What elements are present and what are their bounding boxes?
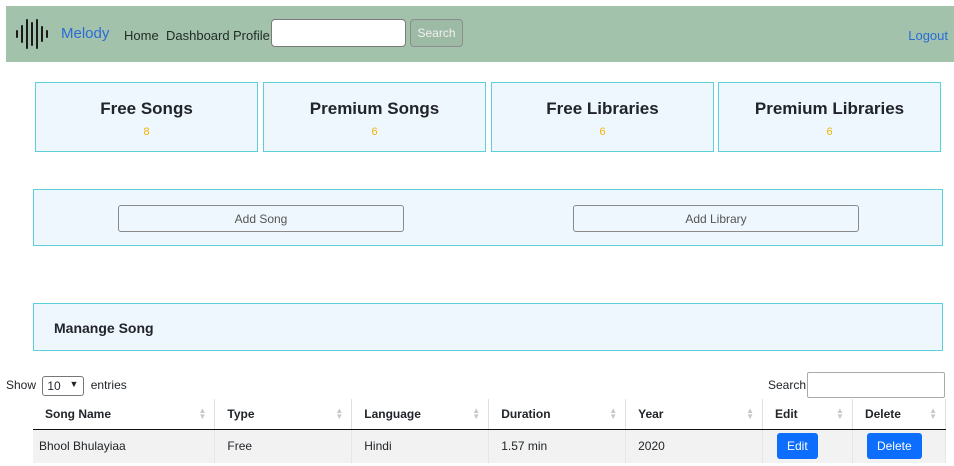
- cell-type: Free: [214, 429, 353, 463]
- stat-value: 6: [599, 126, 606, 138]
- cell-song-name: Bhool Bhulayiaa: [33, 429, 216, 463]
- sort-icon: ▲ ▼: [929, 406, 937, 421]
- sort-icon: ▲ ▼: [472, 406, 481, 421]
- stat-card-free-songs: Free Songs 8: [35, 82, 258, 152]
- column-header-edit[interactable]: Edit ▲ ▼: [762, 399, 853, 430]
- table-search-label: Search:: [768, 378, 810, 392]
- add-song-button[interactable]: Add Song: [118, 205, 404, 232]
- brand-name[interactable]: Melody: [61, 25, 109, 42]
- entries-length-control: Show 10 ▼ entries: [6, 376, 127, 396]
- nav-search-input[interactable]: [271, 19, 406, 47]
- sound-wave-icon[interactable]: [14, 18, 52, 55]
- cell-language: Hindi: [351, 429, 490, 463]
- stat-title: Premium Songs: [309, 99, 440, 118]
- stat-value: 8: [143, 126, 150, 138]
- stat-title: Free Libraries: [546, 99, 659, 118]
- column-header-song-name[interactable]: Song Name ▲ ▼: [33, 399, 216, 430]
- entries-value: 10: [47, 379, 61, 393]
- cell-delete: Delete: [852, 429, 947, 463]
- sort-icon: ▲ ▼: [836, 406, 844, 421]
- songs-table: Song Name ▲ ▼ Type ▲ ▼ Language ▲ ▼ Duration ▲ ▼…: [33, 399, 947, 463]
- chevron-down-icon: ▼: [69, 379, 79, 389]
- navbar: Melody Home Dashboard Profile Search Log…: [6, 6, 954, 62]
- column-header-duration[interactable]: Duration ▲ ▼: [488, 399, 627, 430]
- logout-link[interactable]: Logout: [908, 28, 948, 43]
- cell-duration: 1.57 min: [488, 429, 627, 463]
- sort-icon: ▲ ▼: [609, 406, 618, 421]
- nav-link-home[interactable]: Home: [124, 28, 159, 43]
- manage-song-panel: Manange Song: [33, 303, 943, 351]
- stat-title: Free Songs: [100, 99, 193, 118]
- delete-button[interactable]: Delete: [866, 433, 922, 460]
- column-header-year[interactable]: Year ▲ ▼: [625, 399, 763, 430]
- sort-icon: ▲ ▼: [335, 406, 344, 421]
- sort-asc-icon: ▲ ▼: [198, 406, 207, 421]
- stat-value: 6: [371, 126, 378, 138]
- nav-search-button[interactable]: Search: [410, 19, 463, 47]
- column-header-type[interactable]: Type ▲ ▼: [214, 399, 353, 430]
- sort-icon: ▲ ▼: [746, 406, 754, 421]
- edit-button[interactable]: Edit: [777, 433, 818, 460]
- table-header-row: Song Name ▲ ▼ Type ▲ ▼ Language ▲ ▼ Duration ▲ ▼…: [33, 399, 947, 430]
- nav-link-profile[interactable]: Profile: [233, 28, 270, 43]
- column-header-delete[interactable]: Delete ▲ ▼: [852, 399, 947, 430]
- stat-card-premium-libraries: Premium Libraries 6: [718, 82, 941, 152]
- stat-card-premium-songs: Premium Songs 6: [263, 82, 486, 152]
- stat-card-free-libraries: Free Libraries 6: [491, 82, 714, 152]
- table-row: Bhool Bhulayiaa Free Hindi 1.57 min 2020…: [33, 429, 947, 463]
- table-search-input[interactable]: [807, 372, 945, 398]
- entries-label: entries: [90, 378, 127, 393]
- entries-select[interactable]: 10 ▼: [42, 376, 85, 396]
- manage-song-title: Manange Song: [54, 320, 154, 336]
- show-label: Show: [6, 378, 37, 393]
- column-header-language[interactable]: Language ▲ ▼: [351, 399, 490, 430]
- stat-value: 6: [826, 126, 833, 138]
- add-library-button[interactable]: Add Library: [573, 205, 859, 232]
- nav-link-dashboard[interactable]: Dashboard: [166, 28, 230, 43]
- stat-title: Premium Libraries: [754, 99, 905, 118]
- cell-edit: Edit: [762, 429, 853, 463]
- cell-year: 2020: [625, 429, 763, 463]
- actions-panel: Add Song Add Library: [33, 189, 943, 246]
